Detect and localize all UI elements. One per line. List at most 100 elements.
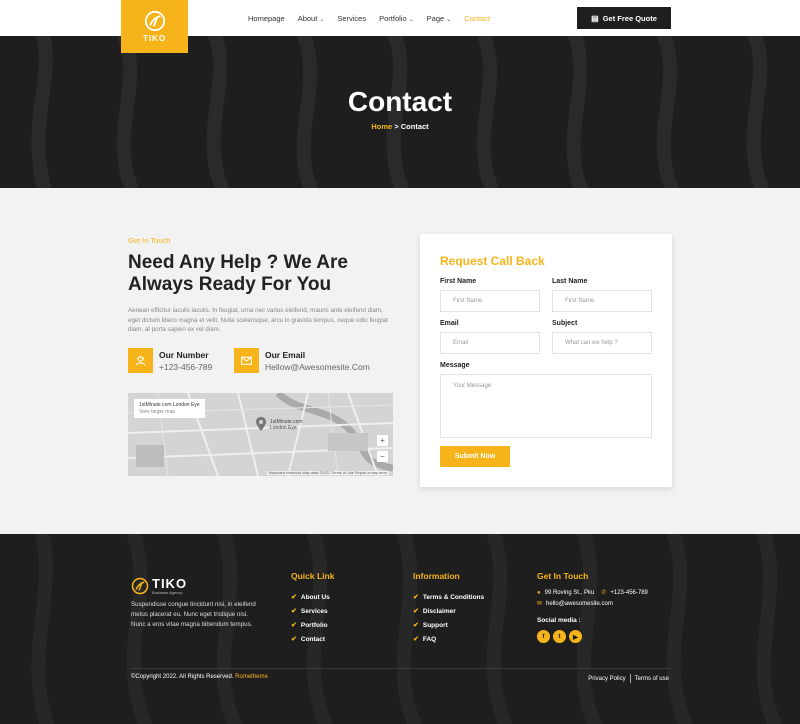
message-label: Message [440,362,470,369]
get-free-quote-button[interactable]: ▤ Get Free Quote [577,7,671,29]
menu-item-homepage[interactable]: Homepage [248,14,285,23]
menu-item-about[interactable]: About ⌄ [298,14,325,23]
map-marker-icon[interactable] [256,417,266,436]
footer-link-support[interactable]: ✔ Support [413,618,484,632]
check-icon: ✔ [413,594,419,601]
map-zoom-out-button[interactable]: − [377,451,388,462]
email-field[interactable]: Email [440,332,540,354]
top-navbar: TIKO Homepage About ⌄ Services Portfolio ⌄… [0,0,800,53]
map-place-title: 1stMinute.com London Eye [139,402,200,408]
menu-item-contact[interactable]: Contact [464,14,490,23]
link-label: About Us [300,593,330,601]
menu-label: Contact [464,13,491,23]
get-in-touch-heading: Get In Touch [537,571,589,581]
footer-email[interactable]: hello@awesomesite.com [546,601,613,607]
terms-of-use-link[interactable]: Terms of use [635,676,669,682]
logo-mark-icon [131,577,149,595]
footer-link-about-us[interactable]: ✔ About Us [291,590,334,604]
social-media-heading: Social media : [537,617,581,624]
link-label: Contact [300,635,326,643]
submit-button[interactable]: Submit Now [440,446,510,467]
map-zoom-in-button[interactable]: + [377,435,388,446]
footer-phone[interactable]: +123-456-789 [610,590,648,596]
envelope-icon: ✉ [537,601,543,607]
chevron-down-icon: ⌄ [446,16,452,23]
footer-email-row: ✉ hello@awesomesite.com [537,598,648,609]
breadcrumb-home-link[interactable]: Home [371,122,392,131]
section-heading: Need Any Help ? We Are Always Ready For … [128,252,348,295]
menu-label: Page [426,13,445,23]
subject-field[interactable]: What can we help ? [552,332,652,354]
copyright: ©Copyright 2022. All Rights Reserved. Ro… [131,674,268,680]
footer-link-disclaimer[interactable]: ✔ Disclaimer [413,604,484,618]
breadcrumb-separator: > [394,122,399,131]
footer-link-services[interactable]: ✔ Services [291,604,334,618]
link-label: Terms & Conditions [422,593,485,601]
logo-text: TIKO [142,34,167,43]
quick-link-heading: Quick Link [291,571,335,581]
our-email-value[interactable]: Hellow@Awesomesite.Com [265,362,370,372]
map-pin-icon: ● [537,589,541,596]
footer-link-terms[interactable]: ✔ Terms & Conditions [413,590,484,604]
menu-label: Homepage [248,13,285,23]
footer-wave-pattern [31,534,783,724]
site-logo[interactable]: TIKO [121,0,188,53]
first-name-field[interactable]: First Name [440,290,540,312]
twitter-icon[interactable]: t [553,630,566,643]
information-heading: Information [413,571,460,581]
map-view-larger-link[interactable]: View larger map [139,409,200,415]
support-agent-icon [128,348,153,373]
last-name-label: Last Name [552,278,588,285]
check-icon: ✔ [413,608,419,615]
request-callback-form: Request Call Back First Name First Name … [420,234,672,487]
check-icon: ✔ [291,594,297,601]
copyright-brand-link[interactable]: Rometheme [235,674,268,680]
check-icon: ✔ [413,636,419,643]
footer-link-contact[interactable]: ✔ Contact [291,632,334,646]
our-number-block: Our Number +123-456-789 [128,348,212,373]
site-footer: TIKO Business Agency Suspendisse congue … [0,534,800,724]
menu-item-page[interactable]: Page ⌄ [427,14,452,23]
embedded-map[interactable]: 1stMinute.com London Eye View larger map… [128,393,393,476]
first-name-label: First Name [440,278,477,285]
footer-link-faq[interactable]: ✔ FAQ [413,632,484,646]
map-place-card: 1stMinute.com London Eye View larger map [134,399,205,418]
our-email-block: Our Email Hellow@Awesomesite.Com [234,348,370,373]
check-icon: ✔ [291,622,297,629]
message-textarea[interactable]: Your Message [440,374,652,438]
privacy-policy-link[interactable]: Privacy Policy [588,676,625,682]
link-label: Support [422,621,448,629]
footer-link-portfolio[interactable]: ✔ Portfolio [291,618,334,632]
footer-information: Information ✔ Terms & Conditions ✔ Disclai… [413,571,484,646]
logo-mark-icon [144,10,165,32]
footer-logo-name: TIKO [152,575,188,591]
link-label: Portfolio [300,621,328,629]
subject-label: Subject [552,320,578,327]
email-label: Email [440,320,459,327]
page-hero: Contact Home > Contact [0,36,800,188]
our-email-label: Our Email [265,349,306,360]
menu-item-portfolio[interactable]: Portfolio ⌄ [379,14,414,23]
footer-description: Suspendisse congue tincidunt nisi, in el… [131,601,256,628]
form-title: Request Call Back [440,254,545,268]
footer-quick-links: Quick Link ✔ About Us ✔ Services ✔ Portfoli… [291,571,334,646]
footer-divider [131,668,671,669]
menu-label: Portfolio [379,13,407,23]
last-name-field[interactable]: First Name [552,290,652,312]
our-number-value[interactable]: +123-456-789 [159,362,212,372]
menu-item-services[interactable]: Services [337,14,366,23]
youtube-icon[interactable]: ▶ [569,630,582,643]
link-label: Disclaimer [422,607,456,615]
facebook-icon[interactable]: f [537,630,550,643]
section-kicker: Get In Touch [128,236,171,245]
footer-logo[interactable]: TIKO Business Agency [131,577,187,595]
check-icon: ✔ [291,608,297,615]
menu-label: About [297,13,318,23]
breadcrumb: Home > Contact [0,122,800,131]
chevron-down-icon: ⌄ [319,16,325,23]
cta-label: Get Free Quote [602,13,657,23]
link-label: Services [300,607,328,615]
section-intro: Aenean efficitur iaculis iaculis. In feu… [128,307,389,334]
footer-logo-tagline: Business Agency [152,589,183,595]
phone-icon: ✆ [601,590,607,596]
